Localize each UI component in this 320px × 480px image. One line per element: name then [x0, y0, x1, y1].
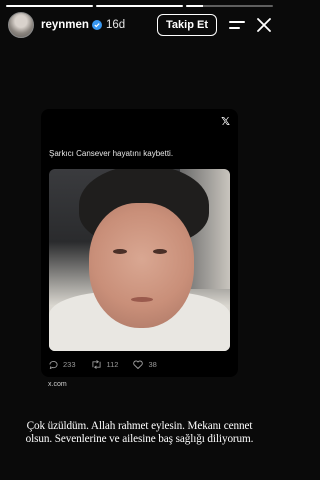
story-progress-bar: [6, 5, 273, 7]
like-count-label: 38: [148, 360, 157, 369]
source-link[interactable]: x.com: [48, 381, 67, 388]
x-logo-icon: 𝕏: [221, 116, 230, 128]
progress-segment: [96, 5, 183, 7]
story-caption: Çok üzüldüm. Allah rahmet eylesin. Mekan…: [25, 420, 254, 445]
progress-segment: [186, 5, 273, 7]
story-header: reynmen 16d Takip Et: [8, 11, 271, 39]
like-icon: [133, 360, 144, 369]
menu-icon[interactable]: [229, 18, 245, 32]
avatar[interactable]: [8, 12, 34, 38]
tweet-stats: 233 112 38: [49, 360, 172, 369]
tweet-embed[interactable]: 𝕏 Şarkıcı Cansever hayatını kaybetti. 23…: [41, 109, 238, 393]
retweet-count-label: 112: [106, 360, 119, 369]
post-time: 16d: [105, 19, 126, 31]
tweet-text: Şarkıcı Cansever hayatını kaybetti.: [49, 149, 174, 158]
like-count[interactable]: 38: [133, 360, 157, 369]
retweet-icon: [91, 360, 101, 369]
follow-button[interactable]: Takip Et: [157, 14, 217, 36]
retweet-count[interactable]: 112: [91, 360, 119, 369]
reply-icon: [49, 360, 58, 369]
tweet-card[interactable]: 𝕏 Şarkıcı Cansever hayatını kaybetti. 23…: [41, 109, 238, 377]
username[interactable]: reynmen: [41, 19, 89, 31]
tweet-photo: [49, 169, 230, 351]
reply-count-label: 233: [63, 360, 76, 369]
close-icon[interactable]: [257, 18, 271, 32]
progress-segment: [6, 5, 93, 7]
reply-count[interactable]: 233: [49, 360, 76, 369]
verified-badge-icon: [91, 20, 102, 30]
